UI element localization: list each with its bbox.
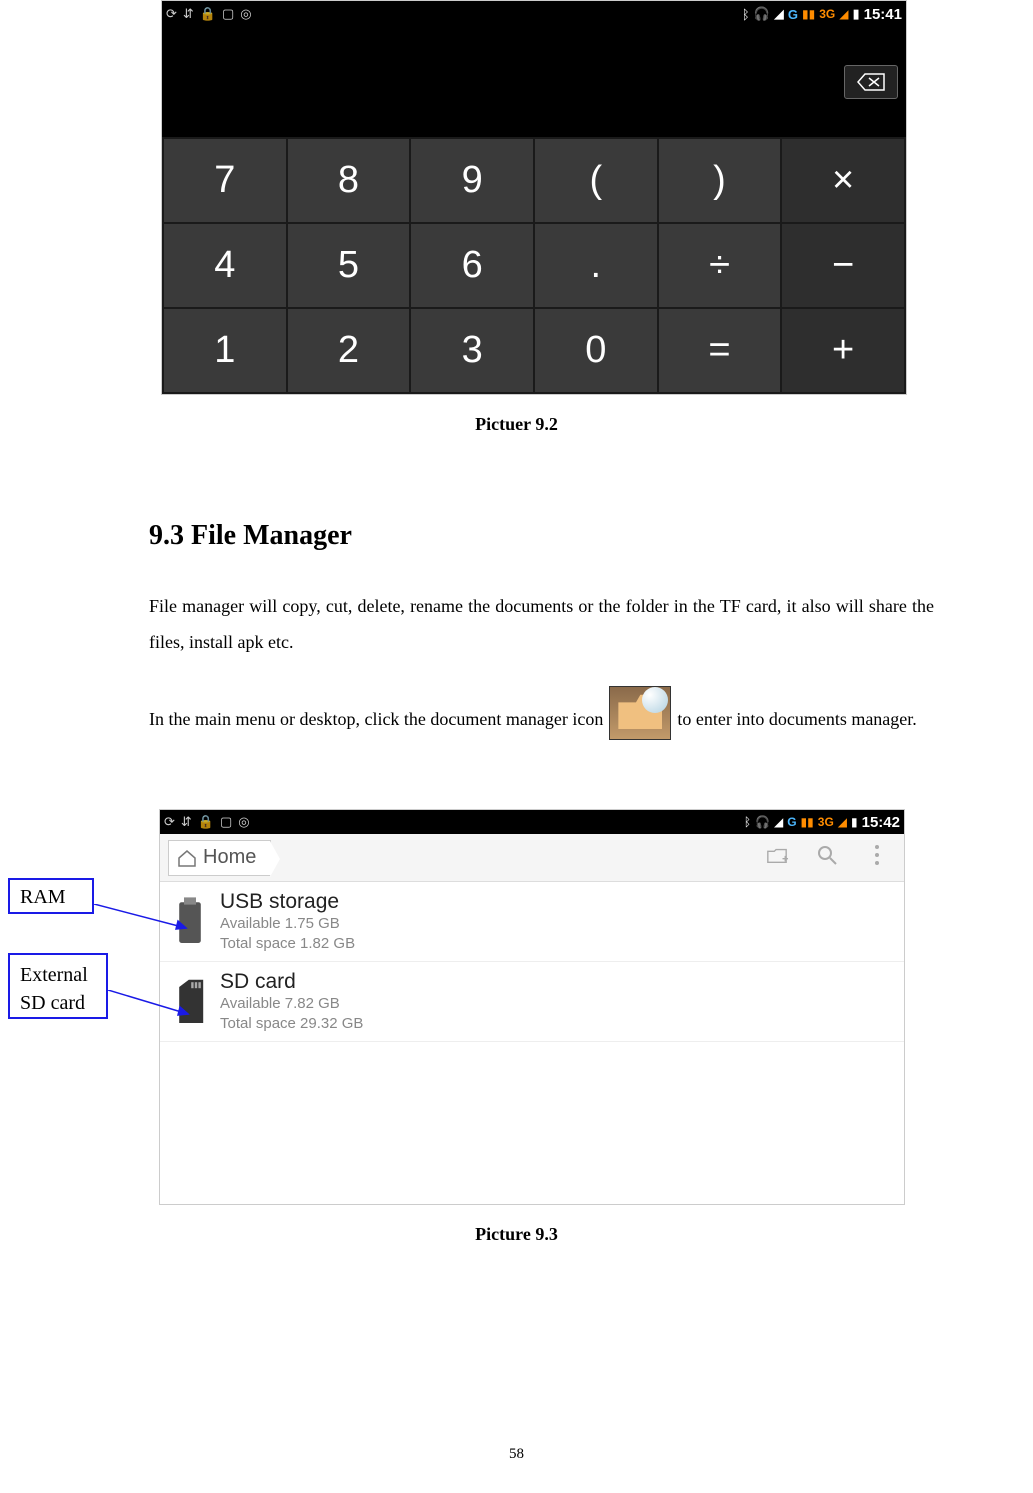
key-multiply[interactable]: × — [782, 139, 904, 222]
screenshot-icon: ▢ — [220, 814, 232, 830]
fm-status-bar: ⟳ ⇵ 🔒 ▢ ◎ ᛒ 🎧 ◢ G ▮▮ 3G ◢ ▮ 15:42 — [160, 810, 904, 834]
key-4[interactable]: 4 — [164, 224, 286, 307]
key-7[interactable]: 7 — [164, 139, 286, 222]
key-3[interactable]: 3 — [411, 309, 533, 392]
key-divide[interactable]: ÷ — [659, 224, 781, 307]
list-item-text: USB storage Available 1.75 GB Total spac… — [220, 890, 355, 953]
key-2[interactable]: 2 — [288, 309, 410, 392]
list-item-sd-card[interactable]: SD card Available 7.82 GB Total space 29… — [160, 962, 904, 1042]
wifi-signal-icon: ◢ — [774, 815, 783, 829]
paragraph-2-before: In the main menu or desktop, click the d… — [149, 700, 603, 740]
breadcrumb-home[interactable]: Home — [168, 840, 271, 876]
screenshot-icon: ▢ — [222, 6, 234, 22]
search-icon[interactable] — [816, 844, 838, 871]
list-item-available: Available 1.75 GB — [220, 914, 355, 934]
battery-icon: ▮ — [852, 6, 859, 22]
bluetooth-icon: ᛒ — [744, 815, 751, 829]
key-open-paren[interactable]: ( — [535, 139, 657, 222]
target-icon: ◎ — [238, 814, 249, 830]
fm-status-clock: 15:42 — [862, 814, 900, 831]
paragraph-2-after: to enter into documents manager. — [677, 700, 916, 740]
lock-icon: 🔒 — [198, 814, 214, 830]
list-item-total: Total space 29.32 GB — [220, 1014, 363, 1034]
fm-status-left: ⟳ ⇵ 🔒 ▢ ◎ — [164, 814, 250, 830]
list-item-title: SD card — [220, 970, 363, 994]
list-item-usb-storage[interactable]: USB storage Available 1.75 GB Total spac… — [160, 882, 904, 962]
key-1[interactable]: 1 — [164, 309, 286, 392]
annotation-ram: RAM — [8, 878, 94, 914]
annotation-sd-line1: External — [20, 961, 96, 989]
annotation-arrow-sd — [108, 990, 196, 1020]
paragraph-1: File manager will copy, cut, delete, ren… — [149, 588, 934, 660]
calculator-display — [162, 27, 906, 137]
threeg-label: 3G — [818, 815, 834, 829]
caption-picture-9-2: Pictuer 9.2 — [0, 414, 1033, 435]
status-right-icons: ᛒ 🎧 ◢ G ▮▮ 3G ◢ ▮ 15:41 — [742, 6, 902, 23]
section-heading: 9.3 File Manager — [149, 520, 352, 552]
annotation-external-sd: External SD card — [8, 953, 108, 1019]
key-equals[interactable]: = — [659, 309, 781, 392]
paragraph-2: In the main menu or desktop, click the d… — [149, 686, 934, 740]
cell-signal-icon: ◢ — [839, 7, 848, 21]
annotation-arrow-ram — [94, 904, 194, 934]
target-icon: ◎ — [240, 6, 251, 22]
fm-status-right: ᛒ 🎧 ◢ G ▮▮ 3G ◢ ▮ 15:42 — [744, 814, 900, 831]
key-5[interactable]: 5 — [288, 224, 410, 307]
wifi-signal-icon: ◢ — [774, 6, 784, 22]
page-number: 58 — [0, 1446, 1033, 1463]
signal-bars-icon: ▮▮ — [801, 815, 814, 829]
cell-signal-icon: ◢ — [838, 815, 847, 829]
folder-add-icon[interactable] — [766, 844, 788, 871]
headphones-icon: 🎧 — [755, 815, 770, 829]
overflow-icon[interactable] — [866, 844, 888, 871]
status-left-icons: ⟳ ⇵ 🔒 ▢ ◎ — [166, 6, 252, 22]
calculator-keypad: 7 8 9 ( ) × 4 5 6 . ÷ − 1 2 3 0 = + — [162, 137, 906, 394]
backspace-icon — [857, 73, 885, 91]
key-plus[interactable]: + — [782, 309, 904, 392]
breadcrumb-label: Home — [203, 846, 256, 869]
sync-icon: ⟳ — [166, 6, 177, 22]
lock-icon: 🔒 — [200, 6, 216, 22]
headphones-icon: 🎧 — [754, 6, 770, 22]
status-clock: 15:41 — [864, 6, 902, 23]
key-9[interactable]: 9 — [411, 139, 533, 222]
g-label: G — [787, 815, 796, 829]
list-item-text: SD card Available 7.82 GB Total space 29… — [220, 970, 363, 1033]
fm-header-actions — [766, 844, 896, 871]
fm-storage-list: USB storage Available 1.75 GB Total spac… — [160, 882, 904, 1204]
key-dot[interactable]: . — [535, 224, 657, 307]
wifi-icon: ⇵ — [181, 814, 192, 830]
g-label: G — [788, 7, 798, 22]
key-8[interactable]: 8 — [288, 139, 410, 222]
caption-picture-9-3: Picture 9.3 — [0, 1224, 1033, 1245]
list-item-available: Available 7.82 GB — [220, 994, 363, 1014]
signal-bars-icon: ▮▮ — [802, 7, 815, 21]
key-6[interactable]: 6 — [411, 224, 533, 307]
threeg-label: 3G — [819, 7, 835, 21]
key-0[interactable]: 0 — [535, 309, 657, 392]
list-item-total: Total space 1.82 GB — [220, 934, 355, 954]
home-icon — [177, 848, 197, 868]
sync-icon: ⟳ — [164, 814, 175, 830]
key-minus[interactable]: − — [782, 224, 904, 307]
calculator-screenshot: ⟳ ⇵ 🔒 ▢ ◎ ᛒ 🎧 ◢ G ▮▮ 3G ◢ ▮ 15:41 — [161, 0, 907, 395]
status-bar: ⟳ ⇵ 🔒 ▢ ◎ ᛒ 🎧 ◢ G ▮▮ 3G ◢ ▮ 15:41 — [162, 1, 906, 27]
fm-header-bar: Home — [160, 834, 904, 882]
file-manager-app-icon — [609, 686, 671, 740]
file-manager-screenshot: ⟳ ⇵ 🔒 ▢ ◎ ᛒ 🎧 ◢ G ▮▮ 3G ◢ ▮ 15:42 — [159, 809, 905, 1205]
annotation-sd-line2: SD card — [20, 989, 96, 1017]
key-close-paren[interactable]: ) — [659, 139, 781, 222]
list-item-title: USB storage — [220, 890, 355, 914]
wifi-icon: ⇵ — [183, 6, 194, 22]
backspace-button[interactable] — [844, 65, 898, 99]
battery-icon: ▮ — [851, 815, 858, 829]
bluetooth-icon: ᛒ — [742, 7, 750, 22]
